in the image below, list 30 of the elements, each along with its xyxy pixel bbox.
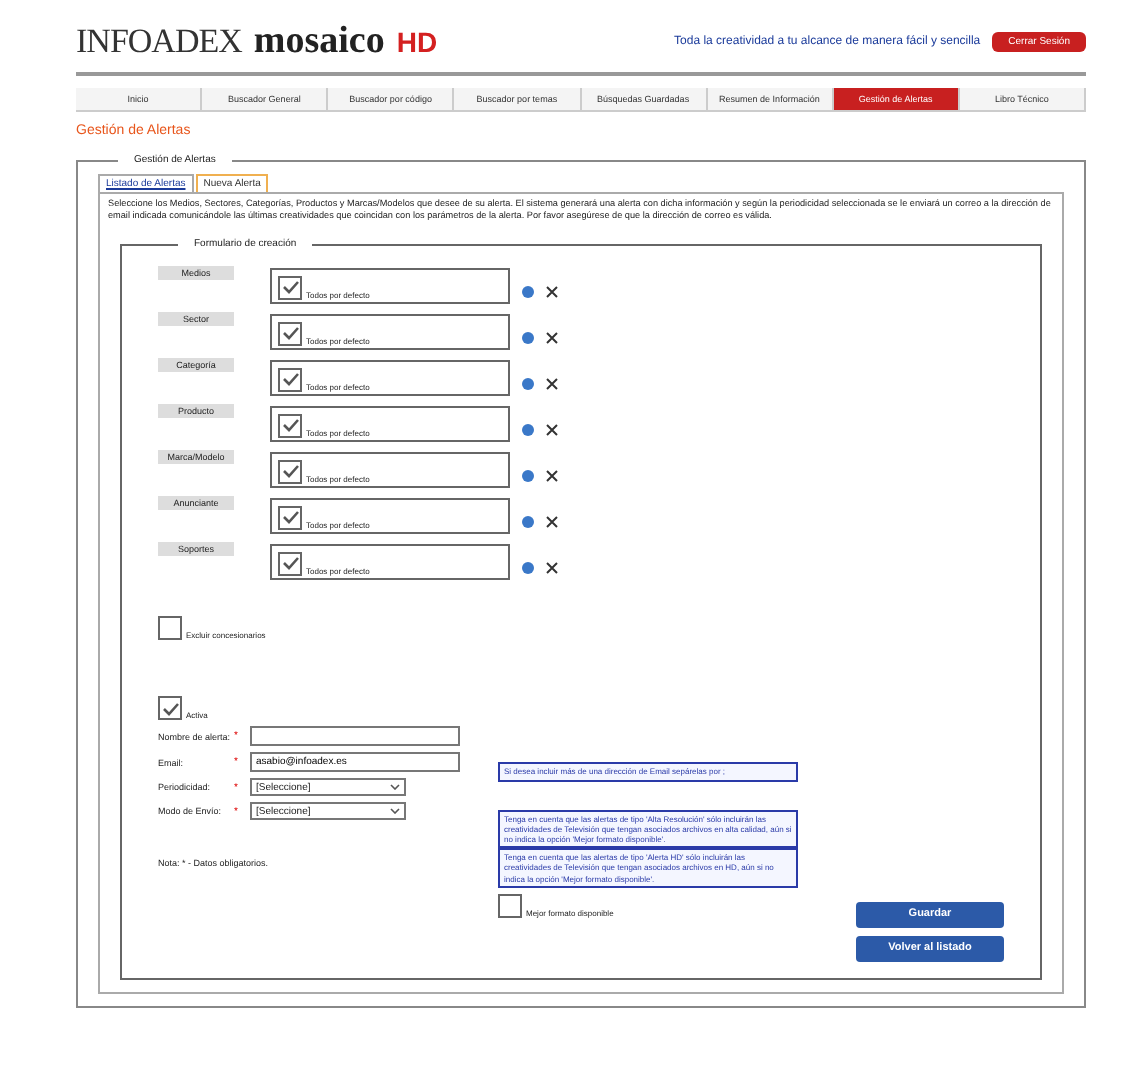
info-icon[interactable] — [522, 377, 534, 390]
caret-icon — [390, 784, 400, 791]
close-icon[interactable] — [546, 515, 558, 528]
checkbox[interactable] — [158, 696, 182, 721]
close-icon[interactable] — [546, 561, 558, 574]
logo-text: mosaico — [253, 20, 385, 64]
checkbox[interactable] — [278, 413, 302, 438]
info-icon[interactable] — [522, 331, 534, 344]
checkbox[interactable] — [278, 321, 302, 346]
close-icon[interactable] — [546, 285, 558, 298]
checkbox[interactable] — [498, 893, 522, 918]
checkbox[interactable] — [158, 616, 182, 641]
info-icon[interactable] — [522, 469, 534, 482]
info-icon[interactable] — [522, 285, 534, 298]
checkbox[interactable] — [278, 551, 302, 576]
close-icon[interactable] — [546, 331, 558, 344]
checkbox[interactable] — [278, 367, 302, 392]
info-icon[interactable] — [522, 561, 534, 574]
caret-icon — [390, 808, 400, 815]
checkbox[interactable] — [278, 275, 302, 300]
info-icon[interactable] — [522, 423, 534, 436]
close-icon[interactable] — [546, 469, 558, 482]
checkbox[interactable] — [278, 459, 302, 484]
checkbox[interactable] — [278, 505, 302, 530]
input-field[interactable] — [250, 726, 460, 747]
close-icon[interactable] — [546, 377, 558, 390]
logo-text: HD — [396, 26, 438, 58]
logo-text: INFOADEX — [76, 22, 242, 62]
close-icon[interactable] — [546, 423, 558, 436]
info-icon[interactable] — [522, 515, 534, 528]
